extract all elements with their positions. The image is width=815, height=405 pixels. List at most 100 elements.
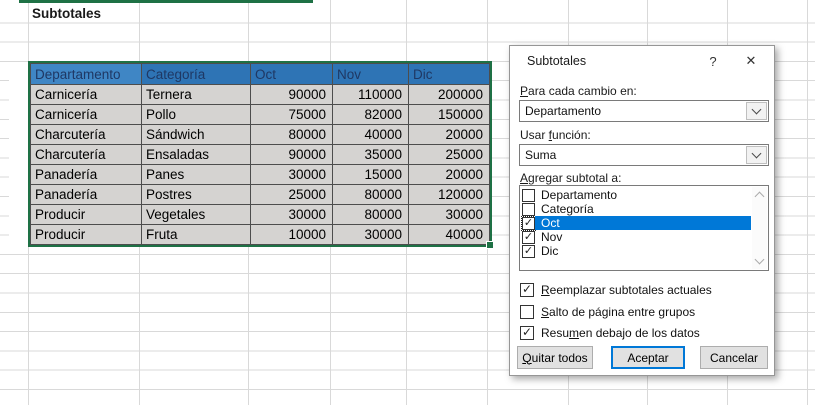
table-cell[interactable]: Postres: [141, 184, 251, 205]
table-cell[interactable]: Producir: [30, 204, 142, 225]
table-cell[interactable]: Producir: [30, 224, 142, 245]
table-cell[interactable]: 120000: [408, 184, 490, 205]
table-cell[interactable]: 40000: [408, 224, 490, 245]
subtotal-list-item[interactable]: ✓ Dic: [522, 244, 751, 258]
checked-checkbox-icon[interactable]: ✓: [522, 230, 535, 244]
subtotals-dialog: Subtotales ? ✕ Para cada cambio en: Depa…: [509, 45, 775, 376]
table-cell[interactable]: 20000: [408, 124, 490, 145]
chevron-down-icon[interactable]: [746, 146, 767, 164]
table-cell[interactable]: Carnicería: [30, 104, 142, 125]
list-item-label: Nov: [541, 230, 563, 244]
dialog-titlebar[interactable]: Subtotales ? ✕: [510, 46, 774, 76]
change-in-label: Para cada cambio en:: [520, 84, 637, 98]
list-item-label: Categoría: [541, 202, 594, 216]
option-row[interactable]: ✓ Reemplazar subtotales actuales: [520, 282, 712, 297]
checked-checkbox-icon[interactable]: ✓: [521, 215, 536, 231]
table-cell[interactable]: Ternera: [141, 84, 251, 105]
table-cell[interactable]: 30000: [408, 204, 490, 225]
add-subtotal-listbox[interactable]: Departamento Categoría ✓ Oct ✓ Nov ✓ Dic: [519, 185, 769, 271]
table-cell[interactable]: 90000: [250, 144, 333, 165]
data-table: Departamento Categoría Oct Nov Dic Carnicerí…: [30, 63, 490, 245]
table-cell[interactable]: 40000: [332, 124, 409, 145]
table-cell[interactable]: Vegetales: [141, 204, 251, 225]
unchecked-checkbox-icon[interactable]: [522, 188, 535, 202]
table-cell[interactable]: Carnicería: [30, 84, 142, 105]
unchecked-checkbox-icon[interactable]: [520, 304, 534, 319]
table-cell[interactable]: 80000: [332, 184, 409, 205]
table-cell[interactable]: 15000: [332, 164, 409, 185]
table-row: Charcutería Ensaladas 90000 35000 25000: [30, 144, 490, 165]
option-label: Resumen debajo de los datos: [541, 325, 700, 340]
table-cell[interactable]: Pollo: [141, 104, 251, 125]
checked-checkbox-icon[interactable]: ✓: [522, 244, 535, 258]
list-item-label: Departamento: [541, 188, 618, 202]
subtotal-list-item[interactable]: Categoría: [522, 202, 751, 216]
table-cell[interactable]: 10000: [250, 224, 333, 245]
selected-range: Departamento Categoría Oct Nov Dic Carnicerí…: [28, 61, 494, 249]
checked-checkbox-icon[interactable]: ✓: [520, 282, 534, 297]
subtotal-list-item[interactable]: Departamento: [522, 188, 751, 202]
option-row[interactable]: ✓ Resumen debajo de los datos: [520, 325, 700, 340]
use-function-label: Usar función:: [520, 128, 591, 142]
table-cell[interactable]: Sándwich: [141, 124, 251, 145]
change-in-combobox[interactable]: Departamento: [519, 100, 769, 122]
list-item-label: Oct: [535, 216, 751, 230]
table-row: Producir Vegetales 30000 80000 30000: [30, 204, 490, 225]
table-cell[interactable]: Panadería: [30, 164, 142, 185]
table-cell[interactable]: 25000: [408, 144, 490, 165]
selection-remnant-border: [19, 0, 313, 3]
table-cell[interactable]: 30000: [250, 164, 333, 185]
scroll-up-icon[interactable]: [754, 191, 765, 202]
scroll-down-icon[interactable]: [754, 254, 765, 265]
unchecked-checkbox-icon[interactable]: [522, 202, 535, 216]
table-cell[interactable]: 80000: [332, 204, 409, 225]
table-cell[interactable]: 82000: [332, 104, 409, 125]
option-label: Reemplazar subtotales actuales: [541, 282, 712, 297]
table-cell[interactable]: 35000: [332, 144, 409, 165]
table-row: Carnicería Ternera 90000 110000 200000: [30, 84, 490, 105]
table-cell[interactable]: Charcutería: [30, 144, 142, 165]
table-cell[interactable]: Charcutería: [30, 124, 142, 145]
subtotal-list-item[interactable]: ✓ Nov: [522, 230, 751, 244]
table-cell[interactable]: 90000: [250, 84, 333, 105]
chevron-down-icon[interactable]: [746, 102, 767, 120]
list-item-label: Dic: [541, 244, 559, 258]
column-header[interactable]: Dic: [408, 63, 490, 85]
column-header[interactable]: Nov: [332, 63, 409, 85]
table-cell[interactable]: 75000: [250, 104, 333, 125]
fill-handle[interactable]: [486, 241, 494, 249]
remove-all-button[interactable]: Quitar todos: [517, 346, 593, 369]
table-cell[interactable]: 30000: [332, 224, 409, 245]
table-row: Panadería Postres 25000 80000 120000: [30, 184, 490, 205]
listbox-scrollbar[interactable]: [752, 187, 767, 269]
table-cell[interactable]: 20000: [408, 164, 490, 185]
subtotal-list-item[interactable]: ✓ Oct: [521, 215, 751, 231]
table-cell[interactable]: 110000: [332, 84, 409, 105]
table-row: Charcutería Sándwich 80000 40000 20000: [30, 124, 490, 145]
table-cell[interactable]: Panadería: [30, 184, 142, 205]
excel-worksheet: Subtotales Departamento Categoría Oct Nov Di…: [0, 0, 815, 405]
blank-cells-strip: [9, 62, 28, 246]
use-function-value: Suma: [525, 148, 557, 162]
sheet-title-cell[interactable]: Subtotales: [32, 6, 101, 21]
column-header[interactable]: Categoría: [141, 63, 251, 85]
table-cell[interactable]: 80000: [250, 124, 333, 145]
table-cell[interactable]: 25000: [250, 184, 333, 205]
table-cell[interactable]: Ensaladas: [141, 144, 251, 165]
table-cell[interactable]: Panes: [141, 164, 251, 185]
table-cell[interactable]: 200000: [408, 84, 490, 105]
column-header[interactable]: Departamento: [30, 63, 142, 85]
table-cell[interactable]: Fruta: [141, 224, 251, 245]
column-header[interactable]: Oct: [250, 63, 333, 85]
table-cell[interactable]: 150000: [408, 104, 490, 125]
add-subtotal-label: Agregar subtotal a:: [520, 171, 622, 185]
close-icon[interactable]: ✕: [728, 53, 774, 69]
cancel-button[interactable]: Cancelar: [700, 346, 768, 369]
use-function-combobox[interactable]: Suma: [519, 144, 769, 166]
checked-checkbox-icon[interactable]: ✓: [520, 325, 534, 340]
table-row: Panadería Panes 30000 15000 20000: [30, 164, 490, 185]
accept-button[interactable]: Aceptar: [611, 346, 685, 369]
option-row[interactable]: Salto de página entre grupos: [520, 304, 695, 319]
help-icon[interactable]: ?: [698, 54, 728, 69]
table-cell[interactable]: 30000: [250, 204, 333, 225]
